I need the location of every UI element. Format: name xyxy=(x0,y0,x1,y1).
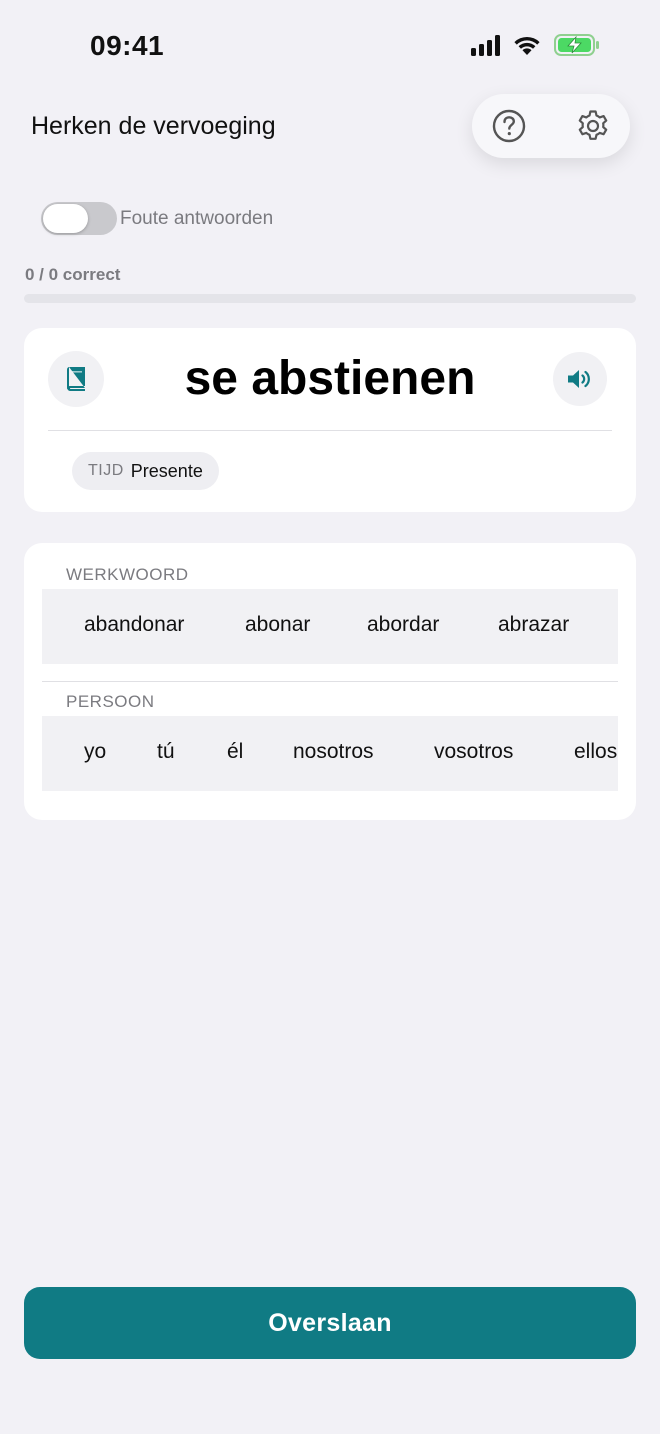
person-option[interactable]: yo xyxy=(84,740,106,764)
tense-value: Presente xyxy=(130,460,203,481)
verb-section-label: WERKWOORD xyxy=(66,565,189,584)
person-option[interactable]: tú xyxy=(157,740,175,764)
person-picker[interactable]: yo tú él nosotros vosotros ellos xyxy=(42,716,618,791)
battery-charging-icon xyxy=(554,34,599,56)
page-title: Herken de vervoeging xyxy=(31,112,276,140)
screen: 09:41 Herken de vervoeging Foute antwoor… xyxy=(0,0,660,1434)
answer-picker-card: WERKWOORD abandonar abonar abordar abraz… xyxy=(24,543,636,820)
verb-option[interactable]: abordar xyxy=(367,613,439,637)
verb-picker[interactable]: abandonar abonar abordar abrazar xyxy=(42,589,618,664)
progress-text: 0 / 0 correct xyxy=(25,265,121,284)
person-option[interactable]: nosotros xyxy=(293,740,374,764)
speaker-icon xyxy=(568,370,590,388)
verb-option[interactable]: abonar xyxy=(245,613,310,637)
divider xyxy=(48,430,612,431)
wrong-answers-toggle[interactable] xyxy=(41,202,117,235)
person-option[interactable]: vosotros xyxy=(434,740,513,764)
toggle-label: Foute antwoorden xyxy=(120,207,274,229)
divider xyxy=(42,681,618,682)
settings-button[interactable] xyxy=(575,108,611,144)
cellular-signal-icon xyxy=(471,34,500,56)
tense-key: TIJD xyxy=(88,462,124,479)
toggle-knob xyxy=(43,204,88,233)
status-time: 09:41 xyxy=(90,30,165,61)
skip-button[interactable]: Overslaan xyxy=(24,1287,636,1359)
person-option[interactable]: él xyxy=(227,740,243,764)
question-mark-icon xyxy=(492,109,526,143)
wrong-answers-toggle-row: Foute antwoorden xyxy=(41,202,273,235)
verb-option[interactable]: abrazar xyxy=(498,613,569,637)
person-section-label: PERSOON xyxy=(66,692,155,711)
gear-icon xyxy=(578,110,608,140)
verb-card: se abstienen TIJD Presente xyxy=(24,328,636,512)
verb-option[interactable]: abandonar xyxy=(84,613,184,637)
pronounce-button[interactable] xyxy=(553,352,607,406)
verb-infinitive: se abstienen xyxy=(184,352,476,405)
person-option[interactable]: ellos xyxy=(574,740,617,764)
tense-badge: TIJD Presente xyxy=(72,452,219,490)
header-actions xyxy=(472,94,630,158)
wifi-icon xyxy=(514,36,540,55)
help-button[interactable] xyxy=(491,108,527,144)
progress-bar xyxy=(24,294,636,303)
status-icons xyxy=(471,34,600,56)
